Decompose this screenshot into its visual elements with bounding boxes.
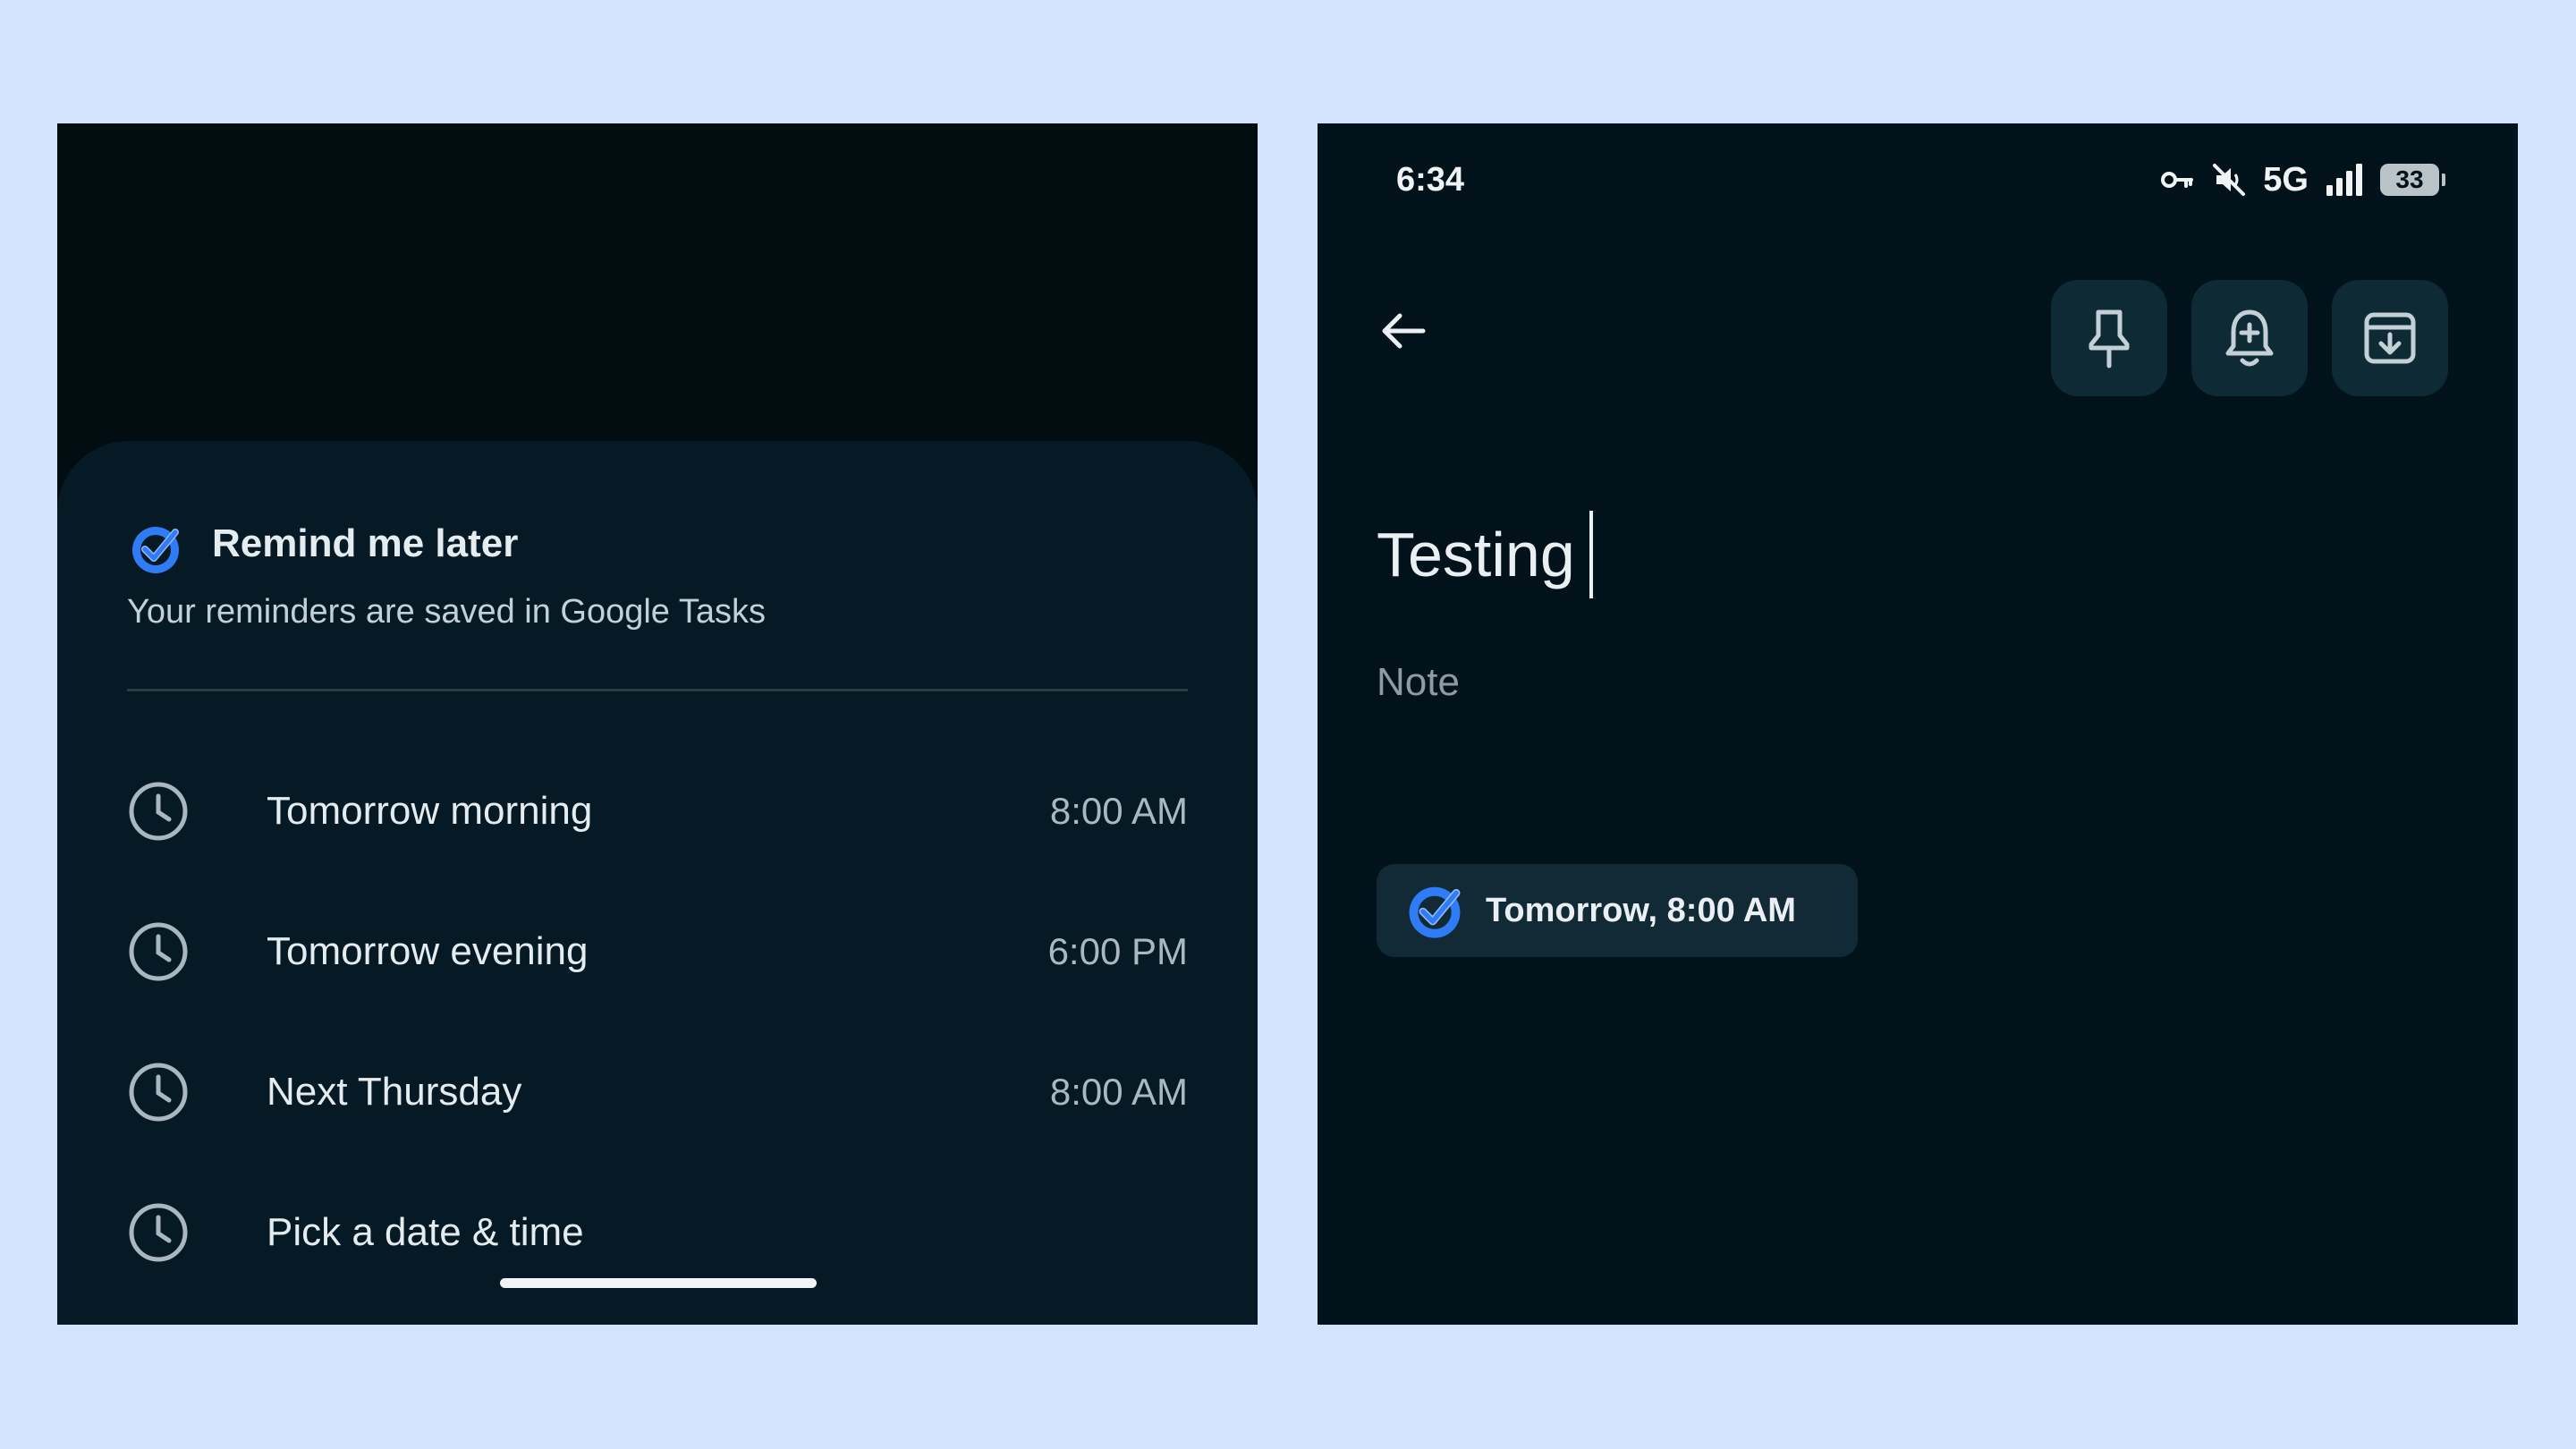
sheet-divider [127, 689, 1188, 691]
network-type: 5G [2263, 160, 2309, 199]
reminder-chip[interactable]: Tomorrow, 8:00 AM [1377, 864, 1858, 957]
mute-icon [2213, 164, 2246, 196]
option-label: Tomorrow morning [267, 789, 593, 833]
option-label: Next Thursday [267, 1070, 522, 1114]
arrow-back-icon [1382, 313, 1426, 349]
option-tomorrow-evening[interactable]: Tomorrow evening 6:00 PM [127, 898, 1188, 1005]
gesture-home-bar[interactable] [500, 1278, 817, 1288]
option-tomorrow-morning[interactable]: Tomorrow morning 8:00 AM [127, 758, 1188, 865]
note-body-field[interactable]: Note [1377, 660, 1460, 705]
google-tasks-icon [1409, 886, 1461, 938]
sheet-title: Remind me later [212, 521, 519, 565]
note-title-field[interactable]: Testing [1377, 510, 1593, 599]
clock-icon [129, 922, 188, 981]
status-time: 6:34 [1396, 161, 1465, 199]
signal-icon [2326, 164, 2362, 196]
add-reminder-button[interactable] [2191, 280, 2308, 396]
option-time: 6:00 PM [1047, 930, 1188, 972]
sheet-subtitle: Your reminders are saved in Google Tasks [127, 593, 766, 631]
option-label: Tomorrow evening [267, 929, 589, 973]
option-label: Pick a date & time [267, 1210, 584, 1254]
status-icons: 5G 33 [2159, 159, 2445, 200]
remind-me-later-sheet: Remind me later Your reminders are saved… [57, 441, 1258, 1325]
clock-icon [129, 782, 188, 841]
clock-icon [129, 1203, 188, 1262]
pin-icon [2089, 309, 2130, 369]
clock-icon [129, 1063, 188, 1122]
google-tasks-icon [132, 527, 179, 573]
pin-button[interactable] [2051, 280, 2167, 396]
battery-indicator: 33 [2380, 164, 2445, 196]
vpn-key-icon [2161, 172, 2194, 188]
archive-button[interactable] [2332, 280, 2448, 396]
option-next-thursday[interactable]: Next Thursday 8:00 AM [127, 1038, 1188, 1146]
note-title-text: Testing [1377, 520, 1575, 589]
option-pick-date-time[interactable]: Pick a date & time [127, 1179, 1188, 1286]
option-time: 8:00 AM [1049, 1071, 1188, 1113]
reminder-chip-label: Tomorrow, 8:00 AM [1486, 891, 1796, 929]
text-cursor [1589, 511, 1593, 598]
note-editor-screen: 6:34 5G 33 Testing Note Tomorrow, 8:00 A… [1318, 123, 2518, 1325]
archive-icon [2364, 312, 2416, 364]
back-button[interactable] [1368, 295, 1439, 367]
reminder-sheet-screen: Remind me later Your reminders are saved… [57, 123, 1258, 1325]
option-time: 8:00 AM [1049, 790, 1188, 832]
add-reminder-icon [2225, 309, 2274, 367]
